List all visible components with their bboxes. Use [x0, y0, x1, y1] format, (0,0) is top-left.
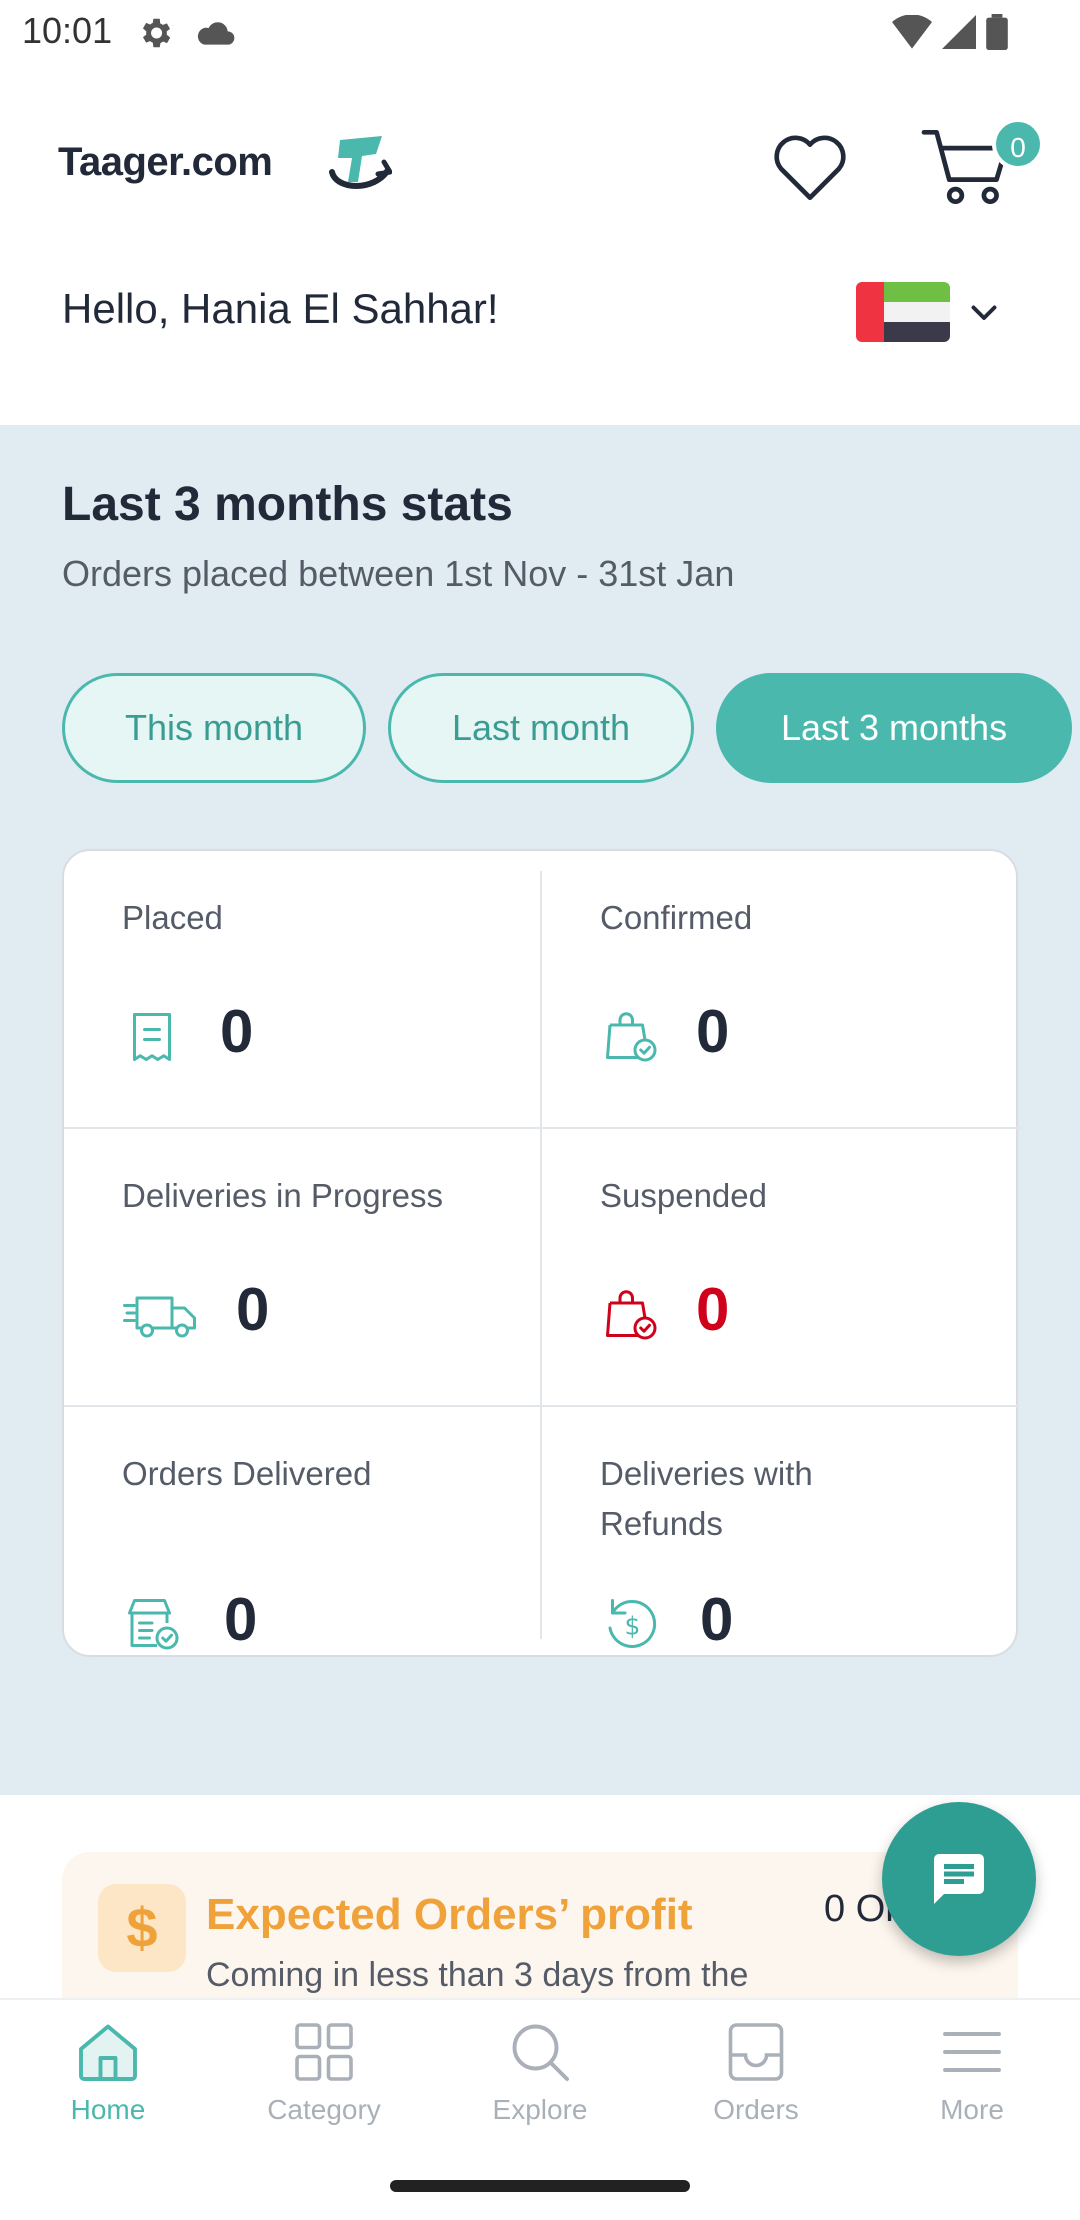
nav-category[interactable]: Category [234, 2016, 414, 2146]
status-bar: 10:01 [0, 0, 1080, 66]
stat-value: 0 [700, 1586, 734, 1653]
greeting-text: Hello, Hania El Sahhar! [62, 285, 499, 332]
stat-value: 0 [236, 1276, 270, 1343]
stats-subtitle: Orders placed between 1st Nov - 31st Jan [62, 553, 735, 594]
wifi-icon [892, 15, 932, 49]
status-time: 10:01 [22, 10, 113, 51]
uae-flag-icon [856, 282, 950, 342]
nav-label: Orders [713, 2094, 799, 2125]
profit-title: Expected Orders’ profit [206, 1890, 693, 1939]
nav-more[interactable]: More [882, 2016, 1062, 2146]
nav-explore[interactable]: Explore [450, 2016, 630, 2146]
profit-subtitle: Coming in less than 3 days from the [206, 1956, 749, 1994]
brand-logo-icon [329, 136, 392, 189]
svg-text:$: $ [625, 1611, 641, 1640]
box-icon [728, 2023, 784, 2081]
refund-icon: $ [608, 1599, 657, 1648]
search-icon [512, 2024, 569, 2081]
gesture-home-bar[interactable] [390, 2180, 690, 2192]
stat-label: Placed [122, 899, 223, 936]
stats-title: Last 3 months stats [62, 478, 513, 531]
stat-value: 0 [696, 1276, 730, 1343]
nav-orders[interactable]: Orders [666, 2016, 846, 2146]
delivery-truck-icon [123, 1296, 196, 1338]
stats-card: Placed 0 Confirmed 0 Deliveries in Progr… [62, 849, 1020, 1659]
cart-count-badge: 0 [992, 118, 1044, 170]
nav-label: Home [70, 2094, 146, 2125]
stat-orders-delivered: Orders Delivered 0 [64, 1407, 540, 1659]
stat-label: Orders Delivered [122, 1455, 372, 1492]
stat-value: 0 [220, 998, 254, 1065]
nav-label: Category [267, 2094, 381, 2125]
stat-deliveries-in-progress: Deliveries in Progress 0 [64, 1129, 540, 1405]
stat-value: 0 [696, 998, 730, 1065]
chevron-down-icon [971, 305, 997, 320]
filter-last-3-months[interactable]: Last 3 months [716, 673, 1072, 783]
battery-icon [986, 14, 1008, 50]
filter-last-month[interactable]: Last month [388, 673, 694, 783]
stat-confirmed: Confirmed 0 [542, 851, 1020, 1127]
nav-home[interactable]: Home [18, 2016, 198, 2146]
chat-button[interactable] [882, 1802, 1036, 1956]
chat-icon [934, 1854, 984, 1904]
receipt-icon [133, 1013, 171, 1061]
stat-placed: Placed 0 [64, 851, 540, 1127]
status-indicators [892, 14, 1008, 50]
signal-icon [942, 15, 976, 49]
app-header: Taager.com 0 [0, 110, 1080, 220]
shopping-bag-alert-icon [606, 1290, 657, 1340]
stats-section: Last 3 months stats Orders placed betwee… [0, 425, 1080, 1795]
stat-label: Confirmed [600, 899, 753, 936]
stat-label: Deliveries in Progress [122, 1177, 443, 1214]
stat-suspended: Suspended 0 [542, 1129, 1020, 1405]
grid-icon [295, 2023, 353, 2081]
wishlist-heart-icon[interactable] [770, 128, 850, 204]
country-selector[interactable] [856, 282, 1006, 342]
dollar-icon: $ [98, 1884, 186, 1972]
menu-icon [943, 2032, 1001, 2072]
store-check-icon [128, 1599, 179, 1650]
stat-deliveries-with-refunds: Deliveries with Refunds $ 0 [542, 1407, 1020, 1659]
shopping-bag-check-icon [606, 1012, 657, 1062]
nav-label: More [940, 2094, 1004, 2125]
stat-label: Deliveries with Refunds [600, 1455, 813, 1542]
brand-name: Taager.com [58, 140, 273, 184]
home-icon [79, 2024, 137, 2081]
filter-this-month[interactable]: This month [62, 673, 366, 783]
cloud-icon [197, 22, 235, 45]
nav-label: Explore [492, 2094, 588, 2125]
settings-icon [142, 18, 171, 48]
stat-value: 0 [224, 1586, 258, 1653]
stat-label: Suspended [600, 1177, 767, 1214]
